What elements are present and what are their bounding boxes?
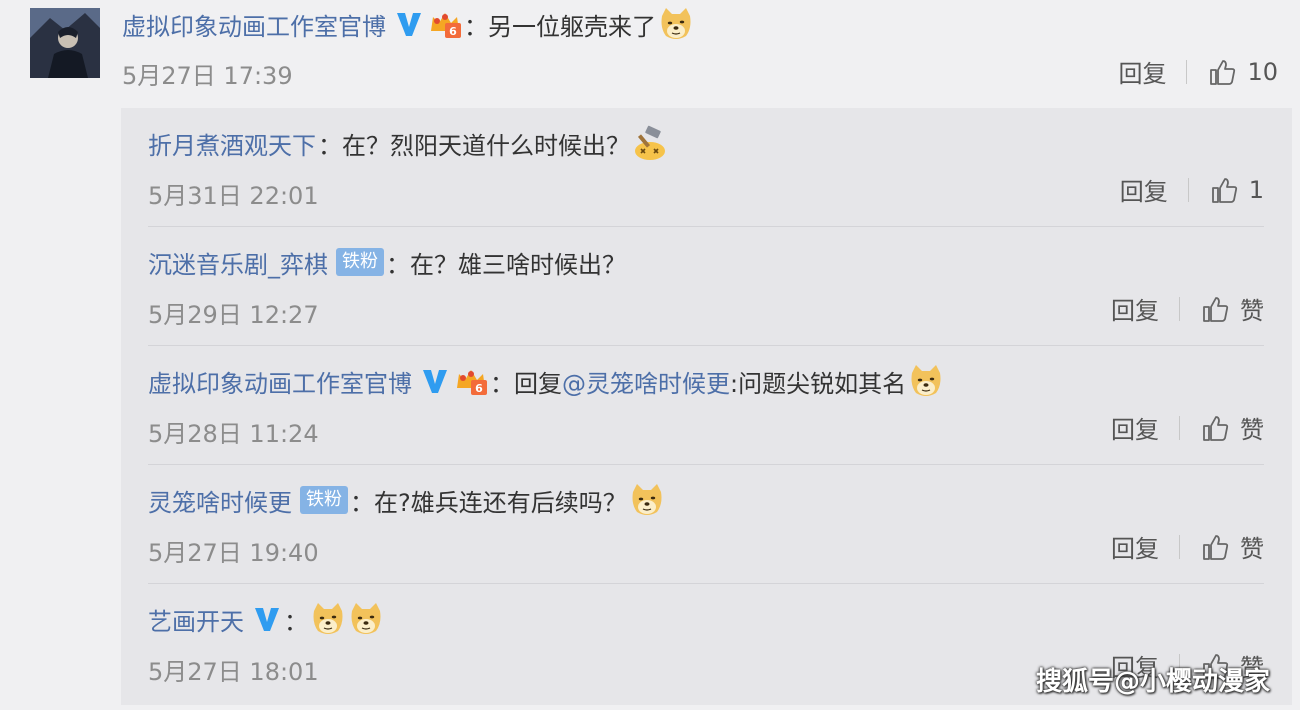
reply-text: 在？烈阳天道什么时候出？ bbox=[342, 131, 630, 160]
reply-line: 虚拟印象动画工作室官博 6 ： 回复 @灵笼啥时候更 :问题尖锐如其名 bbox=[148, 362, 944, 400]
thumb-up-icon[interactable] bbox=[1207, 57, 1237, 87]
reply-item: 虚拟印象动画工作室官博 6 ： 回复 @灵笼啥时候更 :问题尖锐如其名 5月28… bbox=[121, 346, 1292, 465]
avatar-figure-icon bbox=[30, 8, 100, 78]
reply-actions: 回复 赞 bbox=[1111, 410, 1264, 445]
username-link[interactable]: 虚拟印象动画工作室官博 bbox=[122, 7, 386, 42]
crown-vip-icon: 6 bbox=[454, 366, 488, 396]
main-comment-line: 虚拟印象动画工作室官博 6 ： 另一位躯壳来了 bbox=[122, 4, 694, 44]
svg-text:6: 6 bbox=[475, 382, 483, 395]
reply-text: 回复 bbox=[514, 369, 562, 398]
divider bbox=[1187, 177, 1189, 202]
verified-v-icon bbox=[394, 9, 424, 39]
thumb-up-icon[interactable] bbox=[1209, 175, 1239, 205]
comment-date: 5月27日 17:39 bbox=[122, 62, 293, 90]
reply-line: 艺画开天 ： bbox=[148, 600, 384, 638]
reply-date: 5月27日 18:01 bbox=[148, 658, 319, 686]
colon-separator: ： bbox=[490, 369, 514, 398]
reply-line: 灵笼啥时候更 铁粉 ： 在?雄兵连还有后续吗？ bbox=[148, 481, 665, 519]
divider bbox=[1179, 415, 1180, 440]
thumb-up-icon[interactable] bbox=[1200, 532, 1230, 562]
reply-button[interactable]: 回复 bbox=[1120, 172, 1168, 207]
username-link[interactable]: 虚拟印象动画工作室官博 bbox=[148, 364, 412, 399]
like-count[interactable]: 10 bbox=[1247, 58, 1278, 86]
username-link[interactable]: 沉迷音乐剧_弈棋 bbox=[148, 245, 328, 280]
verified-v-icon bbox=[252, 604, 282, 634]
reply-button[interactable]: 回复 bbox=[1118, 54, 1166, 89]
comment-actions: 回复 10 bbox=[1118, 54, 1278, 89]
colon-separator: ： bbox=[350, 488, 374, 517]
reply-date: 5月31日 22:01 bbox=[148, 182, 319, 210]
doge-emoji bbox=[629, 482, 665, 518]
divider bbox=[1179, 534, 1180, 559]
reply-actions: 回复 赞 bbox=[1111, 291, 1264, 326]
reply-item: 折月煮酒观天下 ： 在？烈阳天道什么时候出？ 5月31日 22:01 回复 1 bbox=[121, 108, 1292, 227]
colon-separator: ： bbox=[464, 12, 488, 41]
reply-button[interactable]: 回复 bbox=[1111, 410, 1159, 445]
reply-item: 沉迷音乐剧_弈棋 铁粉 ： 在？雄三啥时候出？ 5月29日 12:27 回复 赞 bbox=[121, 227, 1292, 346]
svg-text:6: 6 bbox=[449, 25, 457, 38]
username-link[interactable]: 艺画开天 bbox=[148, 602, 244, 637]
fan-badge: 铁粉 bbox=[336, 248, 384, 276]
reply-line: 沉迷音乐剧_弈棋 铁粉 ： 在？雄三啥时候出？ bbox=[148, 243, 626, 281]
avatar[interactable] bbox=[30, 8, 100, 78]
like-label[interactable]: 赞 bbox=[1240, 529, 1264, 564]
doge-emoji bbox=[658, 6, 694, 42]
main-comment: 虚拟印象动画工作室官博 6 ： 另一位躯壳来了 5月27日 17:39 回复 1… bbox=[0, 0, 1300, 108]
reply-text: 在？雄三啥时候出？ bbox=[410, 250, 626, 279]
reply-text: 在?雄兵连还有后续吗？ bbox=[374, 488, 627, 517]
thumb-up-icon[interactable] bbox=[1200, 413, 1230, 443]
reply-actions: 回复 1 bbox=[1120, 172, 1264, 207]
reply-date: 5月27日 19:40 bbox=[148, 539, 319, 567]
replies-panel: 折月煮酒观天下 ： 在？烈阳天道什么时候出？ 5月31日 22:01 回复 1 bbox=[121, 108, 1292, 705]
doge-emoji bbox=[348, 601, 384, 637]
colon-separator: ： bbox=[318, 131, 342, 160]
crown-vip-icon: 6 bbox=[428, 9, 462, 39]
like-count[interactable]: 1 bbox=[1249, 176, 1264, 204]
hammer-emoji bbox=[632, 125, 668, 161]
thumb-up-icon[interactable] bbox=[1200, 294, 1230, 324]
colon-separator: ： bbox=[284, 607, 308, 636]
reply-date: 5月28日 11:24 bbox=[148, 420, 319, 448]
doge-emoji bbox=[908, 363, 944, 399]
like-label[interactable]: 赞 bbox=[1240, 291, 1264, 326]
mention-link[interactable]: @灵笼啥时候更 bbox=[562, 364, 730, 399]
reply-actions: 回复 赞 bbox=[1111, 529, 1264, 564]
username-link[interactable]: 折月煮酒观天下 bbox=[148, 126, 316, 161]
watermark: 搜狐号@小樱动漫家 bbox=[1035, 667, 1270, 697]
reply-button[interactable]: 回复 bbox=[1111, 291, 1159, 326]
reply-date: 5月29日 12:27 bbox=[148, 301, 319, 329]
comment-text: 另一位躯壳来了 bbox=[488, 12, 656, 41]
verified-v-icon bbox=[420, 366, 450, 396]
reply-text-continued: :问题尖锐如其名 bbox=[730, 369, 907, 398]
username-link[interactable]: 灵笼啥时候更 bbox=[148, 483, 292, 518]
colon-separator: ： bbox=[386, 250, 410, 279]
divider bbox=[1179, 296, 1180, 321]
reply-line: 折月煮酒观天下 ： 在？烈阳天道什么时候出？ bbox=[148, 124, 668, 162]
like-label[interactable]: 赞 bbox=[1240, 410, 1264, 445]
reply-button[interactable]: 回复 bbox=[1111, 529, 1159, 564]
fan-badge: 铁粉 bbox=[300, 486, 348, 514]
divider bbox=[1186, 59, 1188, 84]
doge-emoji bbox=[310, 601, 346, 637]
reply-item: 灵笼啥时候更 铁粉 ： 在?雄兵连还有后续吗？ 5月27日 19:40 回复 赞 bbox=[121, 465, 1292, 584]
